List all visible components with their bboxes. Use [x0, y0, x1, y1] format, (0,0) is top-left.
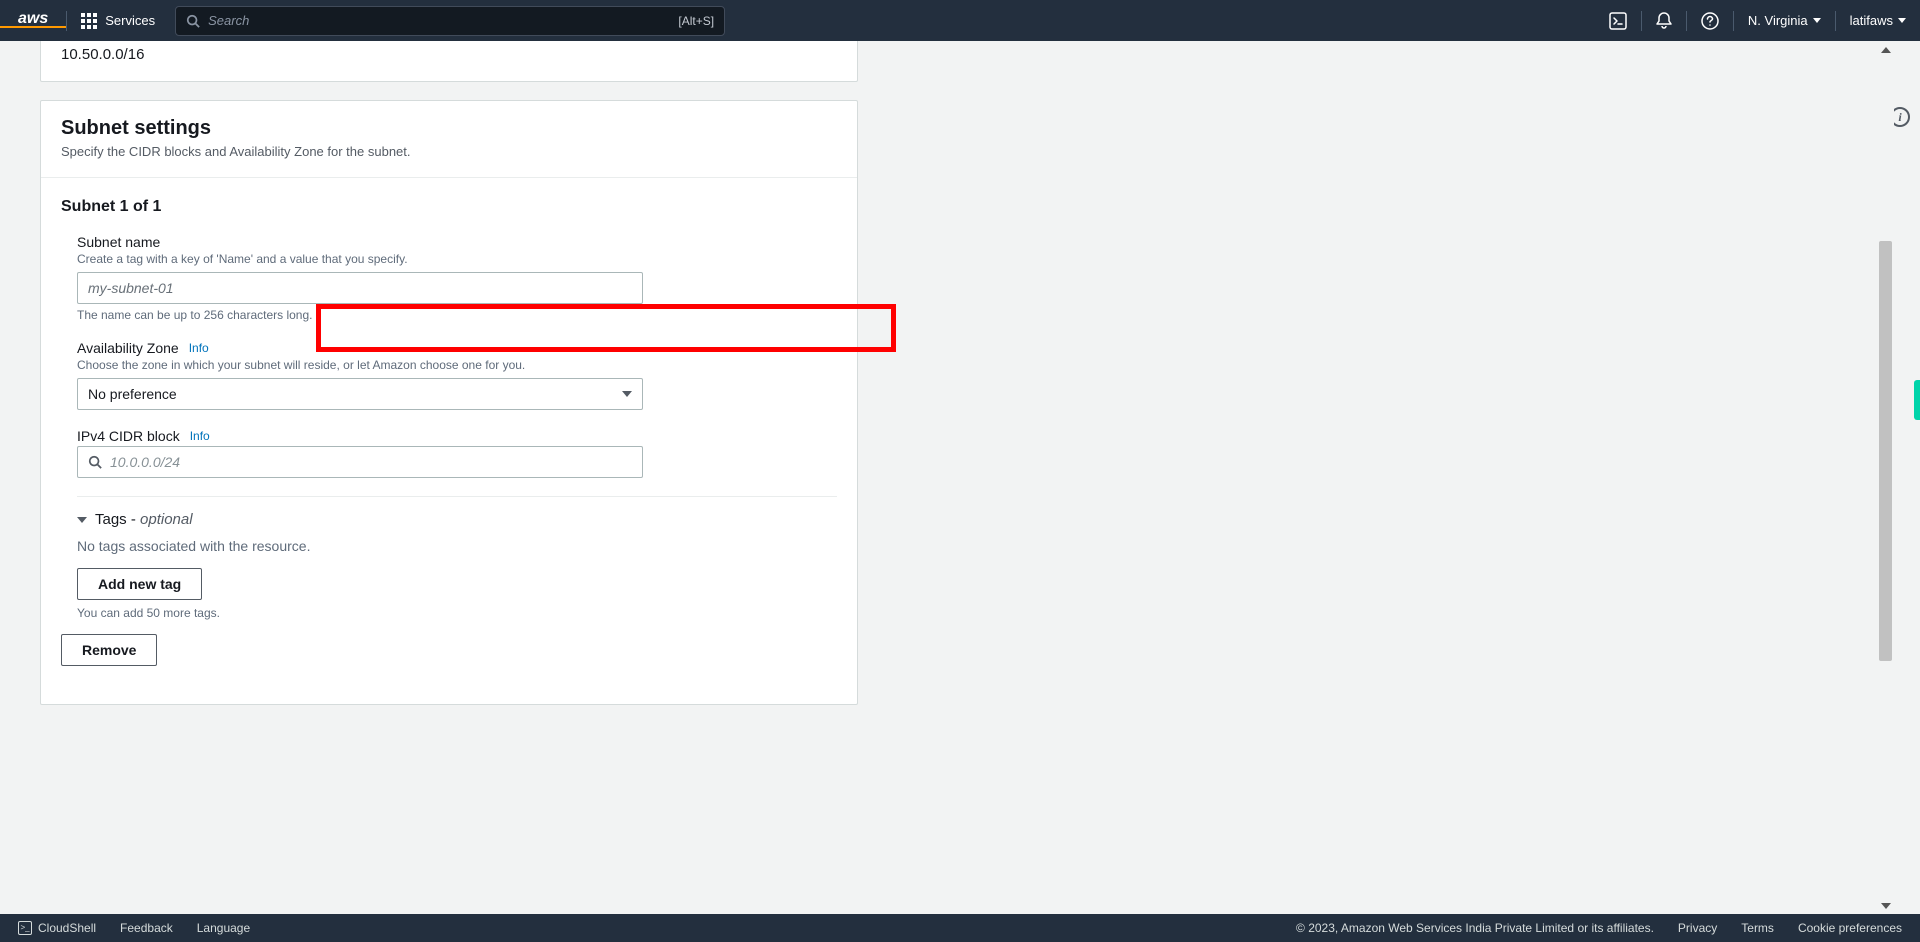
chevron-down-icon	[1881, 903, 1891, 909]
feedback-tab[interactable]	[1914, 380, 1920, 420]
no-tags-text: No tags associated with the resource.	[77, 538, 837, 554]
scrollbar-thumb[interactable]	[1879, 241, 1892, 661]
tags-optional: optional	[140, 511, 193, 528]
vpc-panel: IPv4 CIDRs 10.50.0.0/16	[40, 41, 858, 82]
chevron-down-icon	[77, 517, 87, 523]
scroll-down-button[interactable]	[1877, 897, 1894, 914]
az-label: Availability Zone	[77, 340, 179, 356]
cidr-input-wrap[interactable]	[77, 446, 643, 478]
copyright-text: © 2023, Amazon Web Services India Privat…	[1296, 921, 1654, 935]
account-menu[interactable]: latifaws	[1836, 0, 1920, 41]
az-info-link[interactable]: Info	[189, 341, 209, 355]
cidr-info-link[interactable]: Info	[190, 429, 210, 443]
subnet-settings-panel: Subnet settings Specify the CIDR blocks …	[40, 100, 858, 705]
services-grid-icon	[81, 13, 97, 29]
vertical-scrollbar[interactable]	[1877, 41, 1894, 914]
subnet-settings-desc: Specify the CIDR blocks and Availability…	[61, 144, 837, 159]
tags-toggle[interactable]: Tags - optional	[77, 496, 837, 528]
top-nav: aws Services Search [Alt+S] N. Virgi	[0, 0, 1920, 41]
global-search-input[interactable]: Search [Alt+S]	[175, 6, 725, 36]
services-label: Services	[105, 13, 155, 28]
subnet-name-input[interactable]	[77, 272, 643, 304]
subnet-header: Subnet settings Specify the CIDR blocks …	[41, 101, 857, 178]
scroll-up-button[interactable]	[1877, 41, 1894, 58]
main-area: IPv4 CIDRs 10.50.0.0/16 Subnet settings …	[0, 41, 1920, 914]
az-selected-value: No preference	[88, 386, 177, 402]
chevron-down-icon	[622, 391, 632, 397]
tags-label: Tags -	[95, 511, 136, 528]
search-placeholder: Search	[208, 13, 678, 28]
search-wrap: Search [Alt+S]	[175, 6, 725, 36]
subnet-name-field: Subnet name Create a tag with a key of '…	[61, 234, 837, 322]
subnet-name-length-hint: The name can be up to 256 characters lon…	[77, 308, 837, 322]
search-icon	[88, 455, 102, 469]
az-field: Availability Zone Info Choose the zone i…	[61, 340, 837, 410]
chevron-down-icon	[1813, 18, 1821, 23]
user-label: latifaws	[1850, 13, 1893, 28]
help-icon[interactable]	[1687, 0, 1733, 41]
subnet-settings-title: Subnet settings	[61, 117, 837, 140]
cookie-preferences-link[interactable]: Cookie preferences	[1798, 921, 1902, 935]
add-tag-button[interactable]: Add new tag	[77, 568, 202, 600]
cloudshell-link[interactable]: >_ CloudShell	[18, 921, 96, 935]
cloudshell-label: CloudShell	[38, 921, 96, 935]
region-selector[interactable]: N. Virginia	[1734, 0, 1835, 41]
chevron-down-icon	[1898, 18, 1906, 23]
aws-logo[interactable]: aws	[0, 12, 66, 28]
search-shortcut: [Alt+S]	[678, 14, 714, 28]
subnet-name-label: Subnet name	[77, 234, 837, 250]
region-label: N. Virginia	[1748, 13, 1808, 28]
footer: >_ CloudShell Feedback Language © 2023, …	[0, 914, 1920, 942]
nav-right: N. Virginia latifaws	[1595, 0, 1920, 41]
subnet-name-hint: Create a tag with a key of 'Name' and a …	[77, 252, 837, 266]
cidr-label: IPv4 CIDR block	[77, 428, 180, 444]
cidr-field: IPv4 CIDR block Info	[61, 428, 837, 478]
az-hint: Choose the zone in which your subnet wil…	[77, 358, 837, 372]
cloudshell-nav-icon[interactable]	[1595, 0, 1641, 41]
cloudshell-icon: >_	[18, 921, 32, 935]
az-select[interactable]: No preference	[77, 378, 643, 410]
vpc-cidr-value: 10.50.0.0/16	[61, 46, 837, 63]
chevron-up-icon	[1881, 47, 1891, 53]
remove-subnet-button[interactable]: Remove	[61, 634, 157, 666]
tag-limit-text: You can add 50 more tags.	[77, 606, 837, 620]
feedback-link[interactable]: Feedback	[120, 921, 173, 935]
subnet-counter: Subnet 1 of 1	[61, 198, 837, 216]
content-column: IPv4 CIDRs 10.50.0.0/16 Subnet settings …	[40, 41, 858, 723]
search-icon	[186, 14, 200, 28]
language-link[interactable]: Language	[197, 921, 250, 935]
terms-link[interactable]: Terms	[1741, 921, 1774, 935]
privacy-link[interactable]: Privacy	[1678, 921, 1717, 935]
services-button[interactable]: Services	[67, 13, 169, 29]
cidr-input[interactable]	[110, 454, 632, 470]
notifications-icon[interactable]	[1642, 0, 1686, 41]
